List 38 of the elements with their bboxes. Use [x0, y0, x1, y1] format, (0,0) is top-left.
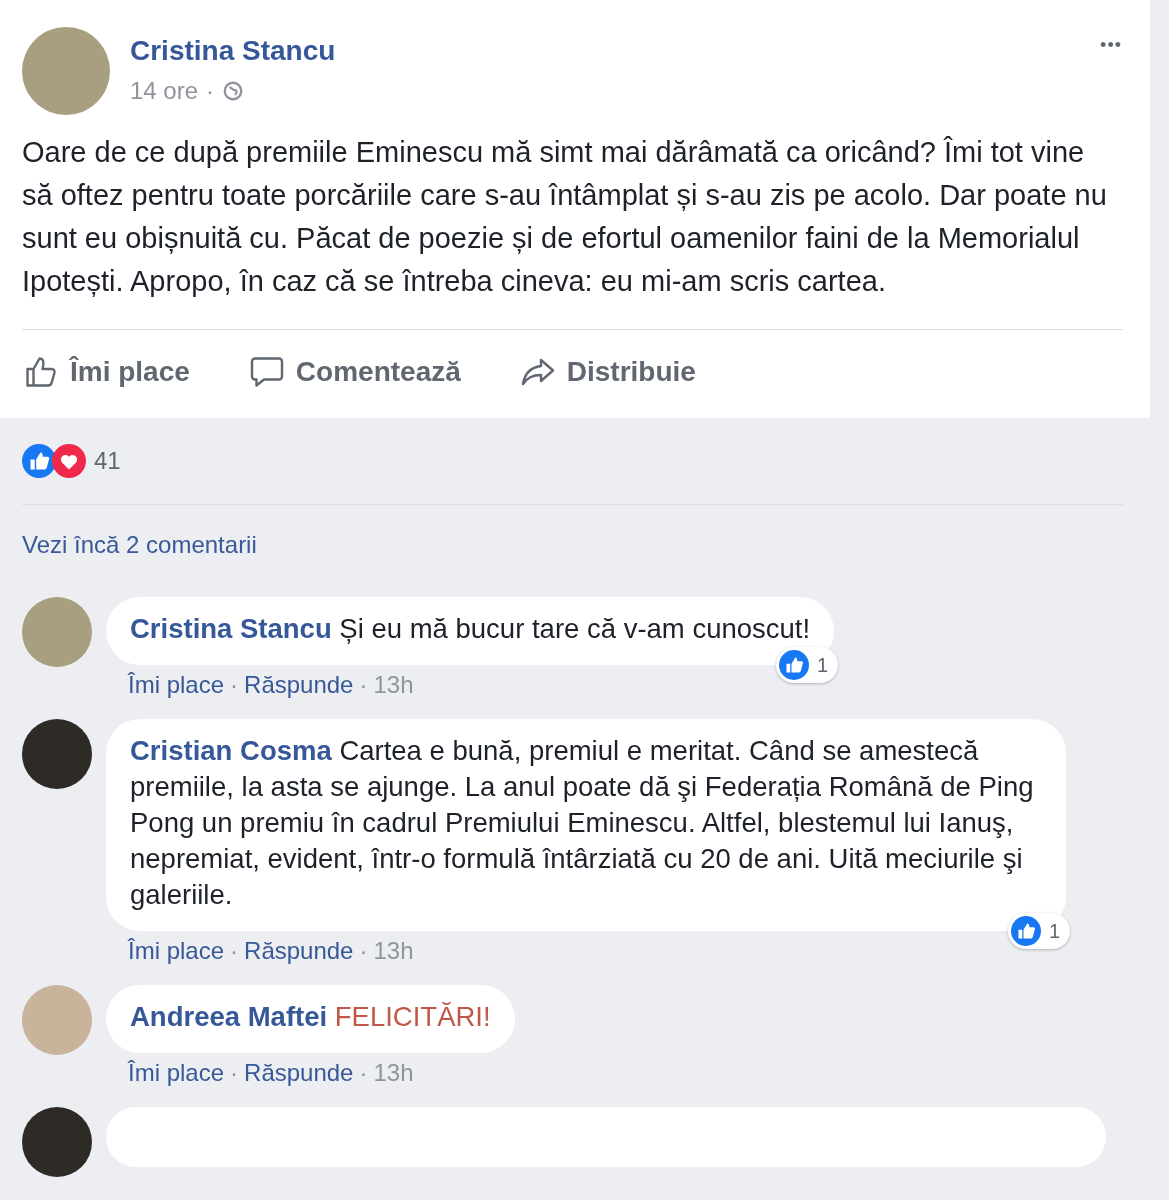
comment-time: 13h	[373, 1059, 414, 1087]
comment-text: Andreea Maftei FELICITĂRI!	[130, 1000, 491, 1034]
like-link[interactable]: Îmi place	[128, 671, 225, 699]
separator: ·	[359, 937, 368, 965]
author-name[interactable]: Cristina Stancu	[130, 35, 1075, 67]
more-options-button[interactable]: •••	[1094, 27, 1128, 57]
commenter-name[interactable]: Cristina Stancu	[130, 613, 332, 644]
reaction-badge[interactable]: 1	[776, 647, 839, 683]
separator: ·	[230, 1059, 239, 1087]
comment-time: 13h	[373, 937, 414, 965]
separator: ·	[230, 937, 239, 965]
reaction-count[interactable]: 41	[94, 447, 121, 475]
share-button[interactable]: Distribuie	[518, 354, 696, 390]
comment-time: 13h	[373, 671, 414, 699]
like-icon	[1010, 916, 1041, 946]
separator: ·	[359, 671, 368, 699]
reaction-badge[interactable]: 1	[1007, 913, 1070, 949]
commenter-name[interactable]: Cristian Cosma	[130, 735, 332, 766]
post-time[interactable]: 14 ore	[130, 77, 199, 105]
comment-text: Cristian Cosma Cartea e bună, premiul e meritat. Când se amestecă premiile, la asta se ajunge. La anul poate dă şi Federația Română de Ping Pong un premiu în cadrul Premiului Eminescu. Altfel, blestemul lui Ianuş, nepremiat, evident, într-o formulă întârziată cu 20 de ani. Uită meciurile şi galeriile.	[130, 734, 1035, 912]
view-more-comments-link[interactable]: Vezi încă 2 comentarii	[22, 531, 257, 559]
separator: ·	[359, 1059, 368, 1087]
reply-link[interactable]: Răspunde	[244, 937, 354, 965]
reply-link[interactable]: Răspunde	[244, 1059, 354, 1087]
comment-text: Cristina Stancu Și eu mă bucur tare că v-am cunoscut!	[130, 612, 811, 646]
like-icon	[779, 650, 809, 680]
like-button[interactable]: Îmi place	[22, 354, 190, 390]
reaction-count: 1	[1048, 919, 1060, 943]
separator: ·	[230, 671, 239, 699]
comment-button[interactable]: Comentează	[247, 354, 461, 390]
like-icon	[22, 444, 56, 478]
like-link[interactable]: Îmi place	[128, 937, 225, 965]
post-text: Oare de ce după premiile Eminescu mă simt mai dărâmată ca oricând? Îmi tot vine să oftez pentru toate porcăriile care s-au întâmplat și s-au zis pe acolo. Dar poate nu sunt eu obișnuită cu. Păcat de poezie și de efortul oamenilor faini de la Memorialul Ipotești. Apropo, în caz că se întreba cineva: eu mi-am scris cartea.	[22, 135, 1108, 299]
separator: ·	[206, 77, 215, 105]
reply-link[interactable]: Răspunde	[244, 671, 354, 699]
reaction-count: 1	[817, 653, 829, 677]
like-link[interactable]: Îmi place	[128, 1059, 225, 1087]
commenter-name[interactable]: Andreea Maftei	[130, 1001, 328, 1032]
